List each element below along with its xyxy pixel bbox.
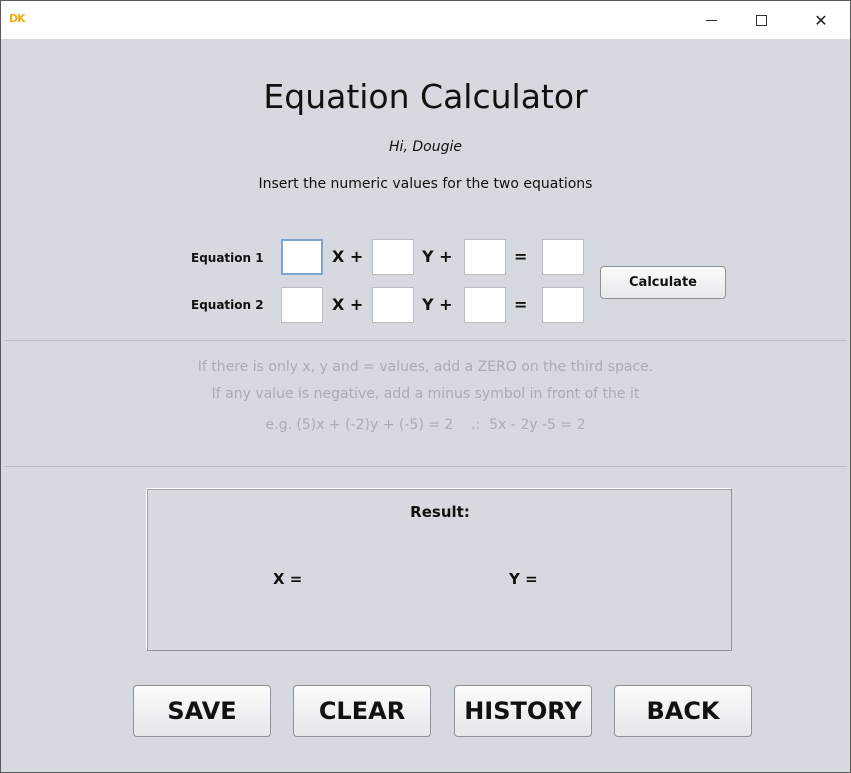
equation-2-x-operator: X + [332,295,364,314]
clear-button[interactable]: CLEAR [293,685,431,737]
app-logo-icon: DK [9,12,26,25]
result-x-label: X = [273,570,303,588]
page-title: Equation Calculator [263,77,588,116]
back-button[interactable]: BACK [614,685,752,737]
equation-2-x-input[interactable] [281,287,323,323]
result-panel: Result: X = Y = [146,488,732,651]
equation-1-constant-input[interactable] [464,239,506,275]
result-y-label: Y = [509,570,538,588]
divider-top [4,340,847,341]
equation-1-equals-sign: = [514,247,528,266]
equation-2-y-input[interactable] [372,287,414,323]
app-window: DK ✕ Equation Calculator Hi, Dougie Inse… [0,0,851,773]
maximize-icon [755,14,767,26]
equation-2-result-input[interactable] [542,287,584,323]
equation-2-equals-sign: = [514,295,528,314]
instruction-text: Insert the numeric values for the two eq… [258,176,593,192]
divider-bottom [4,466,847,467]
main-content: Equation Calculator Hi, Dougie Insert th… [1,39,850,772]
equation-2-label: Equation 2 [191,298,264,312]
close-icon: ✕ [814,10,828,30]
equation-1-x-input[interactable] [281,239,323,275]
calculate-button[interactable]: Calculate [600,266,726,299]
hint-line-2: If any value is negative, add a minus sy… [211,386,640,402]
minimize-icon [705,19,717,21]
maximize-button[interactable] [738,1,784,39]
result-title: Result: [410,503,470,521]
hint-line-1: If there is only x, y and = values, add … [197,359,654,375]
equation-1-x-operator: X + [332,247,364,266]
history-button[interactable]: HISTORY [454,685,592,737]
equation-2-constant-input[interactable] [464,287,506,323]
equation-1-result-input[interactable] [542,239,584,275]
equation-1-y-input[interactable] [372,239,414,275]
hint-example: e.g. (5)x + (-2)y + (-5) = 2 .: 5x - 2y … [265,417,586,433]
greeting-text: Hi, Dougie [389,139,462,155]
equation-1-y-operator: Y + [422,247,453,266]
title-bar: DK ✕ [1,1,850,39]
minimize-button[interactable] [688,1,734,39]
save-button[interactable]: SAVE [133,685,271,737]
equation-1-label: Equation 1 [191,251,264,265]
equation-2-y-operator: Y + [422,295,453,314]
close-button[interactable]: ✕ [798,1,844,39]
